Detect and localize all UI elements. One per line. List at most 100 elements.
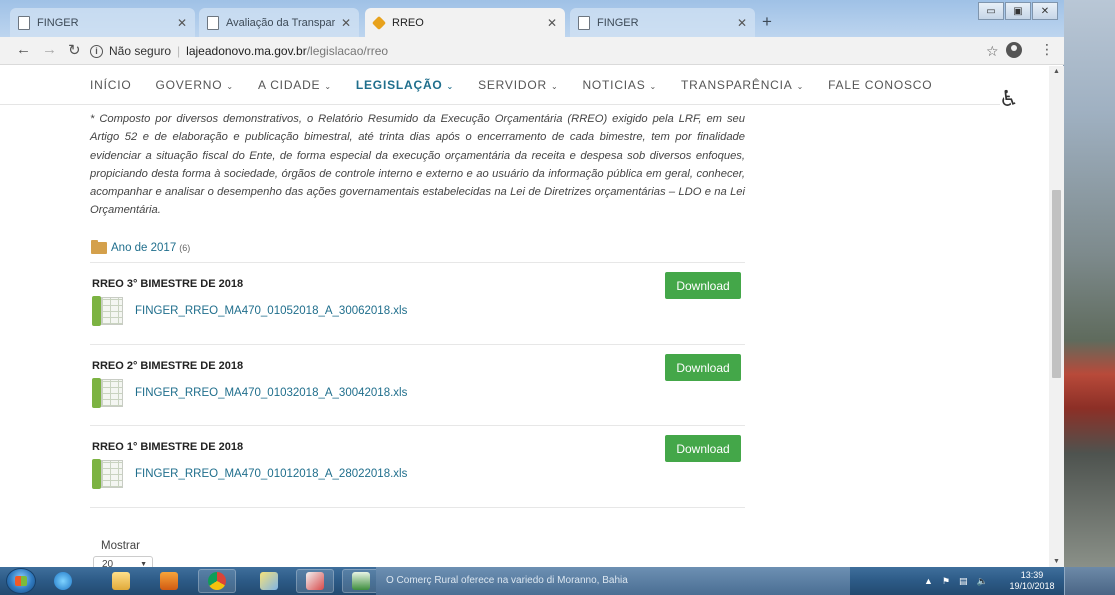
page-viewport: INÍCIO GOVERNO ⌄ A CIDADE ⌄ LEGISLAÇÃO ⌄ SE… [0,66,1064,567]
page-icon [207,15,219,30]
document-item: RREO 2° BIMESTRE DE 2018 FINGER_RREO_MA4… [90,344,745,425]
folder-label: Ano de 2017 [111,242,177,254]
bookmark-star-icon[interactable]: ☆ [986,43,999,60]
window-controls: ▭ ▣ ✕ [977,2,1058,20]
system-clock[interactable]: 13:39 19/10/2018 [1007,570,1057,592]
site-navigation: INÍCIO GOVERNO ⌄ A CIDADE ⌄ LEGISLAÇÃO ⌄ SE… [90,78,956,92]
chevron-down-icon: ⌄ [226,82,234,91]
taskbar-preview: O Comerç Rural oferece na variedo di Mor… [376,567,850,595]
document-filename[interactable]: FINGER_RREO_MA470_01012018_A_28022018.xl… [135,468,407,480]
paint-icon[interactable] [250,569,288,593]
url-path: /legislacao/rreo [306,44,389,58]
document-title: RREO 2° BIMESTRE DE 2018 [92,360,244,372]
document-title: RREO 3° BIMESTRE DE 2018 [92,278,244,290]
new-tab-button[interactable]: + [762,12,772,32]
address-separator: | [177,44,181,58]
folder-count: (6) [179,243,191,253]
action-center-flag-icon[interactable]: ⚑ [942,576,950,587]
page-icon [578,15,590,30]
tray-expand-icon[interactable]: ▲ [924,576,933,586]
folder-icon [91,240,107,254]
rreo-description: * Composto por diversos demonstrativos, … [90,113,745,217]
clock-date: 19/10/2018 [1009,581,1055,591]
nav-fale-conosco[interactable]: FALE CONOSCO [828,78,932,92]
chevron-down-icon: ⌄ [550,82,559,91]
tab-avaliacao[interactable]: Avaliação da Transparência dos ✕ [199,8,359,37]
file-explorer-icon[interactable] [102,569,140,593]
document-filename[interactable]: FINGER_RREO_MA470_01032018_A_30042018.xl… [135,387,407,399]
scroll-down-icon[interactable]: ▼ [1053,558,1060,565]
network-icon[interactable]: ▤ [959,576,968,587]
forward-arrow-icon[interactable]: → [42,41,57,58]
per-page-select[interactable]: 20 ▼ [93,556,153,567]
excel-icon[interactable] [342,569,380,593]
taskbar: O Comerç Rural oferece na variedo di Mor… [0,567,1115,595]
close-icon[interactable]: ✕ [341,16,351,30]
site-favicon-icon [373,16,385,30]
minimize-button[interactable]: ▭ [978,2,1004,20]
tab-title: FINGER [37,16,79,29]
address-bar[interactable]: i Não seguro | lajeadonovo.ma.gov.br /le… [90,40,975,62]
document-file-link[interactable]: FINGER_RREO_MA470_01012018_A_28022018.xl… [92,459,407,489]
document-item: RREO 1° BIMESTRE DE 2018 FINGER_RREO_MA4… [90,425,745,507]
maximize-button[interactable]: ▣ [1005,2,1031,20]
close-icon[interactable]: ✕ [547,16,557,30]
browser-toolbar: ← → ↻ i Não seguro | lajeadonovo.ma.gov.… [0,37,1064,65]
nav-transparencia[interactable]: TRANSPARÊNCIA ⌄ [681,78,804,92]
tab-title: FINGER [597,16,639,29]
clock-time: 13:39 [1020,570,1044,580]
tab-finger-1[interactable]: FINGER ✕ [10,8,195,37]
spreadsheet-icon [92,378,125,408]
security-label: Não seguro [109,44,172,58]
menu-dots-icon[interactable]: ⋮ [1040,41,1054,58]
browser-window: FINGER ✕ Avaliação da Transparência dos … [0,0,1064,567]
tab-strip: FINGER ✕ Avaliação da Transparência dos … [0,0,1064,37]
volume-icon[interactable]: 🔈 [977,576,988,587]
download-button[interactable]: Download [665,435,741,462]
nav-divider [0,104,1000,105]
chevron-down-icon: ⌄ [446,82,455,91]
per-page-value: 20 [102,559,114,567]
folder-ano-2017[interactable]: Ano de 2017 (6) [91,240,191,254]
url-host: lajeadonovo.ma.gov.br [186,44,307,58]
tab-rreo[interactable]: RREO ✕ [365,8,565,37]
close-icon[interactable]: ✕ [177,16,187,30]
nav-inicio[interactable]: INÍCIO [90,78,131,92]
nav-legislacao[interactable]: LEGISLAÇÃO ⌄ [356,78,454,92]
nav-noticias[interactable]: NOTICIAS ⌄ [582,78,657,92]
ie-icon[interactable] [44,569,82,593]
chevron-down-icon: ⌄ [324,82,332,91]
download-button[interactable]: Download [665,354,741,381]
scroll-thumb[interactable] [1052,190,1061,378]
nav-servidor[interactable]: SERVIDOR ⌄ [478,78,558,92]
media-player-icon[interactable] [150,569,188,593]
reload-icon[interactable]: ↻ [68,41,81,59]
close-icon[interactable]: ✕ [737,16,747,30]
page-icon [18,15,30,30]
desktop-background [1064,0,1115,567]
download-button[interactable]: Download [665,272,741,299]
show-label: Mostrar [101,540,140,552]
profile-icon[interactable] [1006,42,1022,58]
spreadsheet-icon [92,296,125,326]
tab-finger-2[interactable]: FINGER ✕ [570,8,755,37]
document-file-link[interactable]: FINGER_RREO_MA470_01032018_A_30042018.xl… [92,378,407,408]
snipping-tool-icon[interactable] [296,569,334,593]
document-filename[interactable]: FINGER_RREO_MA470_01052018_A_30062018.xl… [135,305,407,317]
chrome-icon[interactable] [198,569,236,593]
scroll-up-icon[interactable]: ▲ [1053,68,1060,75]
tab-title: RREO [392,16,424,29]
start-button[interactable] [6,568,36,594]
tab-title: Avaliação da Transparência dos [226,16,335,29]
document-file-link[interactable]: FINGER_RREO_MA470_01052018_A_30062018.xl… [92,296,407,326]
close-window-button[interactable]: ✕ [1032,2,1058,20]
accessibility-icon[interactable]: ♿ [999,86,1019,112]
nav-a-cidade[interactable]: A CIDADE ⌄ [258,78,332,92]
page-scrollbar[interactable]: ▲ ▼ [1049,66,1064,567]
chevron-down-icon: ⌄ [649,82,658,91]
info-icon[interactable]: i [90,44,103,58]
chevron-down-icon: ⌄ [796,82,805,91]
back-arrow-icon[interactable]: ← [16,41,31,58]
show-desktop-button[interactable] [1064,567,1115,595]
nav-governo[interactable]: GOVERNO ⌄ [155,78,233,92]
